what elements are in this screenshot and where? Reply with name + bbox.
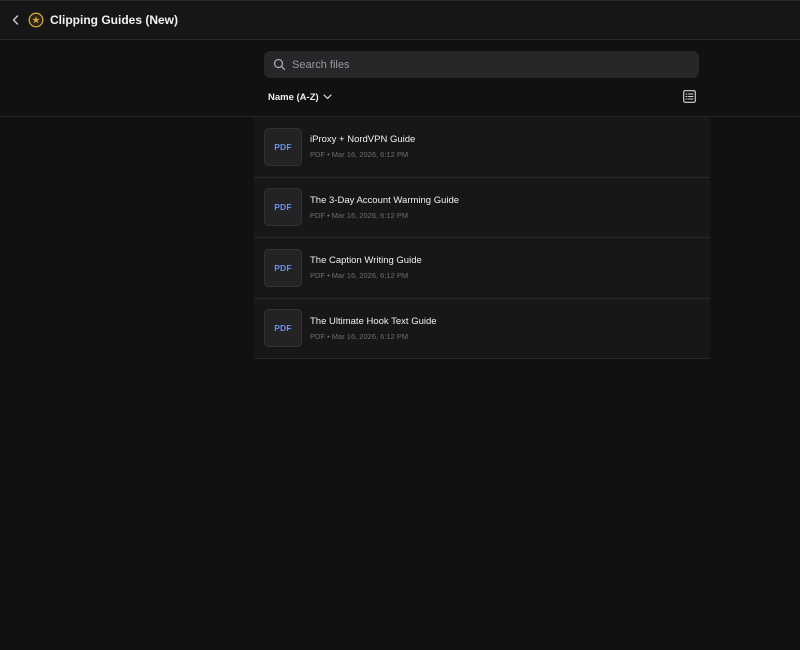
page-title: Clipping Guides (New) [50, 13, 178, 27]
pdf-file-icon: PDF [264, 309, 302, 348]
list-item[interactable]: PDF The Caption Writing Guide PDF • Mar … [254, 238, 710, 299]
search-bar[interactable] [264, 51, 699, 78]
file-info: The 3-Day Account Warming Guide PDF • Ma… [310, 195, 459, 220]
file-meta: PDF • Mar 16, 2026, 6:12 PM [310, 150, 409, 160]
file-name: The Ultimate Hook Text Guide [310, 315, 437, 327]
back-button[interactable] [4, 8, 28, 32]
star-badge-icon [28, 12, 44, 28]
file-name: The Caption Writing Guide [310, 255, 422, 267]
file-info: The Ultimate Hook Text Guide PDF • Mar 1… [310, 316, 437, 341]
list-item[interactable]: PDF iProxy + NordVPN Guide PDF • Mar 16,… [254, 117, 710, 178]
file-name: The 3-Day Account Warming Guide [310, 194, 460, 206]
chevron-left-icon [12, 15, 19, 25]
file-info: iProxy + NordVPN Guide PDF • Mar 16, 202… [310, 134, 415, 159]
chevron-down-icon [323, 94, 332, 100]
file-name: iProxy + NordVPN Guide [310, 134, 416, 146]
pdf-file-icon: PDF [264, 188, 302, 227]
file-meta: PDF • Mar 16, 2026, 6:12 PM [310, 210, 409, 220]
pdf-file-icon: PDF [264, 248, 302, 287]
list-view-icon [683, 90, 696, 103]
sort-label: Name (A-Z) [268, 91, 319, 103]
list-item[interactable]: PDF The 3-Day Account Warming Guide PDF … [254, 177, 710, 238]
pdf-file-icon: PDF [264, 127, 302, 166]
top-bar: Clipping Guides (New) [0, 0, 800, 40]
search-icon [272, 58, 286, 72]
file-meta: PDF • Mar 16, 2026, 6:12 PM [310, 331, 409, 341]
list-item[interactable]: PDF The Ultimate Hook Text Guide PDF • M… [254, 298, 710, 359]
view-toggle-button[interactable] [682, 89, 697, 104]
search-input[interactable] [292, 58, 682, 71]
sort-dropdown[interactable]: Name (A-Z) [268, 90, 332, 104]
file-meta: PDF • Mar 16, 2026, 6:12 PM [310, 271, 409, 281]
file-list: PDF iProxy + NordVPN Guide PDF • Mar 16,… [254, 117, 710, 359]
file-info: The Caption Writing Guide PDF • Mar 16, … [310, 255, 422, 280]
